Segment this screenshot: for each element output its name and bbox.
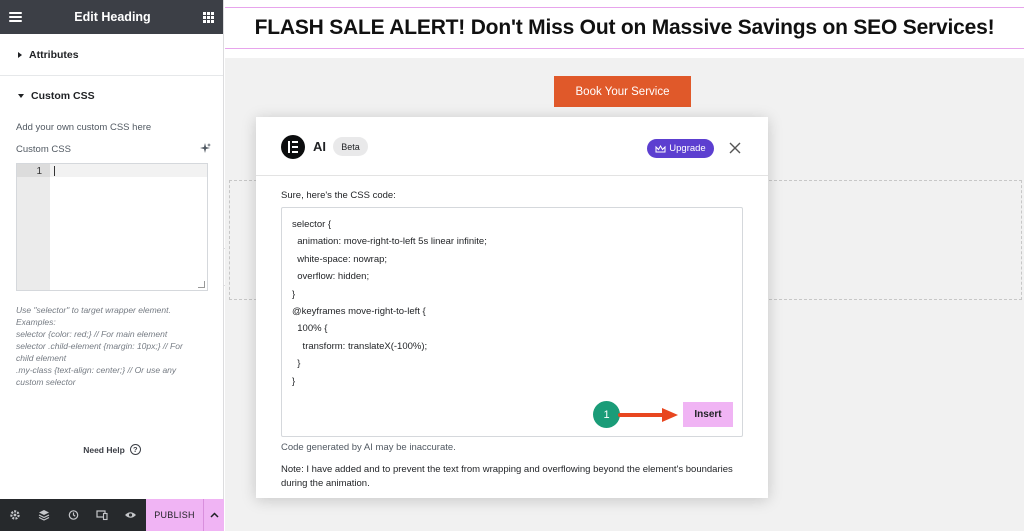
ai-note: Note: I have added and to prevent the te… bbox=[281, 464, 733, 489]
custom-css-field-label: Custom CSS bbox=[16, 144, 71, 155]
panel-footer: PUBLISH bbox=[0, 499, 224, 531]
history-icon[interactable] bbox=[58, 499, 87, 531]
book-your-service-button[interactable]: Book Your Service bbox=[554, 76, 691, 107]
code-line: @keyframes move-right-to-left { bbox=[292, 306, 426, 318]
hint-line: .my-class {text-align: center;} // Or us… bbox=[16, 365, 177, 375]
caret-down-icon bbox=[18, 94, 24, 98]
code-line: 100% { bbox=[292, 323, 328, 335]
crown-icon bbox=[655, 144, 666, 152]
caret-right-icon bbox=[18, 51, 22, 58]
upgrade-button[interactable]: Upgrade bbox=[647, 139, 714, 158]
hint-line: selector {color: red;} // For main eleme… bbox=[16, 329, 168, 339]
settings-gear-icon[interactable] bbox=[0, 499, 29, 531]
hint-line: child element bbox=[16, 353, 67, 363]
close-icon[interactable] bbox=[728, 141, 742, 155]
active-line bbox=[50, 164, 207, 177]
panel-title: Edit Heading bbox=[74, 10, 151, 24]
hint-line: Use "selector" to target wrapper element… bbox=[16, 305, 171, 315]
preview-eye-icon[interactable] bbox=[116, 499, 145, 531]
question-circle-icon: ? bbox=[129, 444, 141, 455]
widgets-grid-icon[interactable] bbox=[203, 11, 214, 23]
custom-css-description: Add your own custom CSS here bbox=[16, 122, 152, 133]
custom-css-hint: Use "selector" to target wrapper element… bbox=[16, 304, 206, 388]
ai-response-intro: Sure, here's the CSS code: bbox=[281, 190, 396, 201]
publish-button[interactable]: PUBLISH bbox=[146, 499, 203, 531]
flash-sale-heading[interactable]: FLASH SALE ALERT! Don't Miss Out on Mass… bbox=[255, 16, 995, 40]
beta-badge: Beta bbox=[333, 137, 368, 156]
upgrade-label: Upgrade bbox=[669, 143, 706, 154]
section-custom-css[interactable]: Custom CSS bbox=[0, 76, 223, 116]
resize-handle-icon[interactable] bbox=[198, 281, 205, 288]
code-line: } bbox=[292, 288, 296, 300]
line-number: 1 bbox=[17, 164, 50, 177]
hint-line: Examples: bbox=[16, 317, 56, 327]
generated-code-box: selector { animation: move-right-to-left… bbox=[281, 207, 743, 437]
editor-code-area[interactable] bbox=[50, 164, 207, 290]
step-number-badge: 1 bbox=[593, 401, 620, 428]
editor-panel: Edit Heading Attributes Custom CSS Add y… bbox=[0, 0, 224, 531]
editor-gutter: 1 bbox=[17, 164, 50, 290]
responsive-mode-icon[interactable] bbox=[87, 499, 116, 531]
ai-modal-title: AI bbox=[313, 139, 326, 154]
need-help-link[interactable]: Need Help ? bbox=[0, 444, 224, 455]
elementor-logo-icon bbox=[281, 135, 305, 159]
ai-modal-header: AI Beta Upgrade bbox=[256, 117, 768, 176]
ai-sparkle-icon[interactable] bbox=[199, 142, 211, 154]
code-line: white-space: nowrap; bbox=[292, 253, 388, 265]
section-attributes[interactable]: Attributes bbox=[0, 34, 223, 76]
arrow-right-icon bbox=[618, 408, 678, 422]
code-line: overflow: hidden; bbox=[292, 271, 370, 283]
custom-css-editor[interactable]: 1 bbox=[16, 163, 208, 291]
panel-header: Edit Heading bbox=[0, 0, 223, 34]
ai-modal-body: Sure, here's the CSS code: selector { an… bbox=[281, 190, 743, 489]
chevron-up-icon[interactable] bbox=[203, 499, 224, 531]
selected-heading-widget[interactable]: FLASH SALE ALERT! Don't Miss Out on Mass… bbox=[225, 7, 1024, 49]
ai-modal: AI Beta Upgrade Sure, here's the CSS cod… bbox=[256, 117, 768, 498]
code-line: selector { bbox=[292, 219, 332, 230]
code-line: } bbox=[292, 358, 301, 370]
section-custom-css-label: Custom CSS bbox=[31, 90, 95, 102]
text-cursor bbox=[54, 166, 55, 176]
section-attributes-label: Attributes bbox=[29, 48, 79, 61]
need-help-label: Need Help bbox=[83, 444, 125, 455]
hamburger-menu-icon[interactable] bbox=[9, 12, 22, 22]
layers-navigator-icon[interactable] bbox=[29, 499, 58, 531]
hint-line: selector .child-element {margin: 10px;} … bbox=[16, 341, 183, 351]
hint-line: custom selector bbox=[16, 377, 76, 387]
ai-disclaimer: Code generated by AI may be inaccurate. bbox=[281, 442, 456, 453]
code-line: animation: move-right-to-left 5s linear … bbox=[292, 236, 487, 248]
code-line: transform: translateX(-100%); bbox=[292, 340, 428, 352]
code-line: } bbox=[292, 375, 296, 387]
insert-button[interactable]: Insert bbox=[683, 402, 733, 427]
